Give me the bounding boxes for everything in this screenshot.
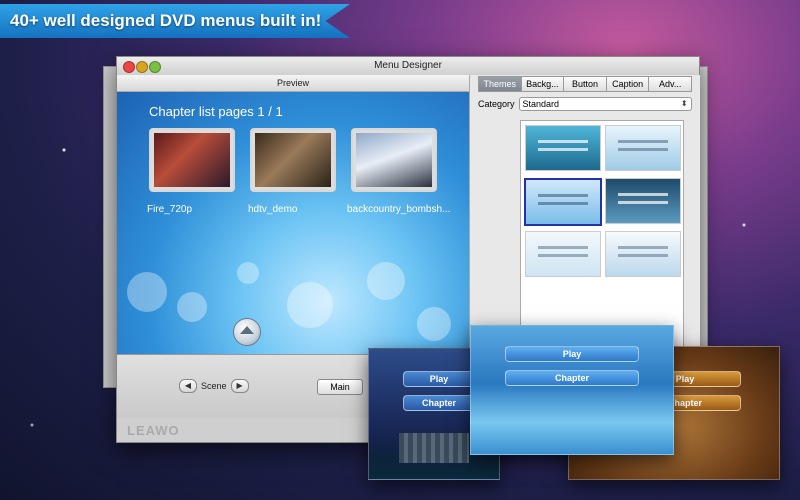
theme-thumbnail[interactable] [605, 231, 681, 277]
chapter-thumbnail[interactable] [351, 128, 437, 192]
tab-advanced[interactable]: Adv... [649, 76, 692, 92]
scene-navigator: ◀ Scene ▶ [179, 379, 249, 393]
play-button[interactable]: Play [403, 371, 475, 387]
window-title: Menu Designer [374, 60, 442, 71]
category-row: Category Standard [478, 97, 692, 111]
preview-header: Preview [117, 75, 469, 92]
tab-button[interactable]: Button [564, 76, 607, 92]
thumbnail-image [154, 133, 230, 187]
promo-banner: 40+ well designed DVD menus built in! [0, 4, 350, 38]
menu-preview-canvas: Chapter list pages 1 / 1 Fire_720p hdtv_… [117, 92, 469, 354]
play-button[interactable]: Play [505, 346, 639, 362]
promo-banner-text: 40+ well designed DVD menus built in! [10, 11, 322, 30]
category-label: Category [478, 99, 515, 109]
theme-thumbnail[interactable] [605, 125, 681, 171]
up-arrow-button[interactable] [233, 318, 261, 346]
chapter-button[interactable]: Chapter [505, 370, 639, 386]
thumbnail-image [255, 133, 331, 187]
theme-thumbnail[interactable] [605, 178, 681, 224]
chapter-thumbnail[interactable] [149, 128, 235, 192]
theme-thumbnail[interactable] [525, 125, 601, 171]
tab-themes[interactable]: Themes [478, 76, 522, 92]
chapter-thumbnail[interactable] [250, 128, 336, 192]
tab-background[interactable]: Backg... [521, 76, 565, 92]
category-select[interactable]: Standard [518, 97, 692, 111]
chapter-list-title: Chapter list pages 1 / 1 [149, 104, 283, 119]
chapter-caption: hdtv_demo [248, 204, 298, 215]
theme-thumbnail[interactable] [525, 231, 601, 277]
window-titlebar[interactable]: Menu Designer [117, 57, 699, 76]
chevron-right-icon[interactable]: ▶ [230, 379, 249, 393]
theme-thumbnail-selected[interactable] [524, 178, 602, 226]
settings-tabs: Themes Backg... Button Caption Adv... [478, 75, 692, 92]
chapter-caption: Fire_720p [147, 204, 193, 215]
chevron-left-icon[interactable]: ◀ [179, 379, 197, 393]
sample-menu-underwater: Play Chapter [470, 325, 674, 455]
chapter-button[interactable]: Chapter [403, 395, 475, 411]
chapter-caption: backcountry_bombsh... [347, 204, 451, 215]
scene-label: Scene [201, 381, 227, 391]
tab-caption[interactable]: Caption [606, 76, 650, 92]
main-button[interactable]: Main [317, 379, 363, 395]
leawo-logo: LEAWO [127, 423, 180, 438]
thumbnail-image [356, 133, 432, 187]
